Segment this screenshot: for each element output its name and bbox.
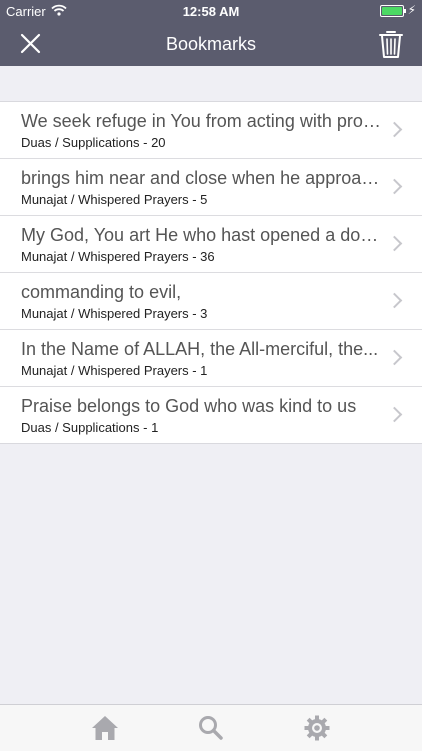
trash-icon — [379, 31, 403, 58]
tab-home[interactable] — [89, 713, 121, 743]
navigation-bar: Bookmarks — [0, 22, 422, 66]
bookmark-row[interactable]: My God, You art He who hast opened a doo… — [0, 216, 422, 273]
bookmark-row[interactable]: We seek refuge in You from acting with p… — [0, 102, 422, 159]
bookmark-title: brings him near and close when he approa… — [21, 168, 383, 188]
bookmark-subtitle: Munajat / Whispered Prayers - 3 — [21, 306, 208, 321]
search-icon — [199, 716, 223, 740]
delete-all-button[interactable] — [378, 28, 404, 60]
bookmark-row[interactable]: commanding to evil, Munajat / Whispered … — [0, 273, 422, 330]
tab-settings[interactable] — [301, 713, 333, 743]
gear-icon — [304, 715, 330, 741]
bookmark-list: We seek refuge in You from acting with p… — [0, 101, 422, 444]
chevron-right-icon — [386, 121, 403, 138]
bookmark-row[interactable]: In the Name of ALLAH, the All-merciful, … — [0, 330, 422, 387]
top-bar: Carrier 12:58 AM ⚡ Bookmarks — [0, 0, 422, 66]
status-bar: Carrier 12:58 AM ⚡ — [0, 0, 422, 22]
bookmark-subtitle: Munajat / Whispered Prayers - 5 — [21, 192, 208, 207]
status-time: 12:58 AM — [182, 4, 240, 19]
chevron-right-icon — [386, 235, 403, 252]
chevron-right-icon — [386, 406, 403, 423]
tab-bar — [0, 704, 422, 751]
bookmark-title: My God, You art He who hast opened a doo… — [21, 225, 383, 245]
bookmark-title: commanding to evil, — [21, 282, 182, 302]
bookmark-title: Praise belongs to God who was kind to us — [21, 396, 357, 416]
bookmark-subtitle: Munajat / Whispered Prayers - 1 — [21, 363, 208, 378]
chevron-right-icon — [386, 178, 403, 195]
chevron-right-icon — [386, 349, 403, 366]
bookmark-row[interactable]: brings him near and close when he approa… — [0, 159, 422, 216]
tab-search[interactable] — [195, 713, 227, 743]
bookmark-subtitle: Duas / Supplications - 20 — [21, 135, 166, 150]
bookmark-subtitle: Duas / Supplications - 1 — [21, 420, 159, 435]
page-title: Bookmarks — [165, 34, 257, 54]
chevron-right-icon — [386, 292, 403, 309]
home-icon — [92, 716, 118, 740]
bookmark-title: In the Name of ALLAH, the All-merciful, … — [21, 339, 379, 359]
battery-icon — [380, 5, 406, 17]
bookmark-subtitle: Munajat / Whispered Prayers - 36 — [21, 249, 215, 264]
bookmark-row[interactable]: Praise belongs to God who was kind to us… — [0, 387, 422, 443]
charging-icon: ⚡ — [407, 3, 416, 17]
bookmark-title: We seek refuge in You from acting with p… — [21, 111, 383, 131]
